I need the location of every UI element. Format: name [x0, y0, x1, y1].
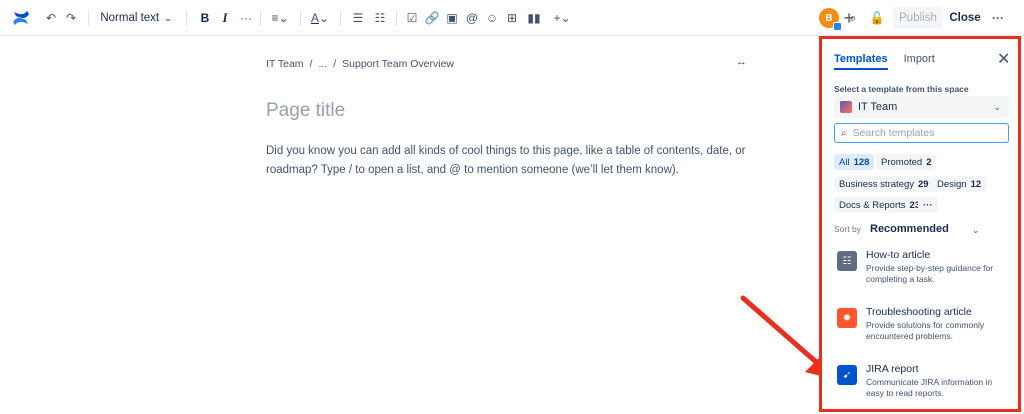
confluence-logo-icon[interactable] [12, 9, 30, 27]
tab-import[interactable]: Import [904, 53, 935, 70]
text-color-icon[interactable]: A ⌄ [308, 8, 332, 28]
numbered-list-icon[interactable]: ☷ [372, 8, 388, 28]
link-icon[interactable]: 🔗 [424, 8, 440, 28]
sort-select-value[interactable]: Recommended [870, 223, 949, 235]
table-icon[interactable]: ⊞ [504, 8, 520, 28]
text-style-label: Normal text [100, 12, 160, 24]
full-width-toggle-icon[interactable]: ↔ [736, 56, 747, 68]
space-select[interactable]: IT Team ⌄ [834, 96, 1009, 118]
breadcrumb-parent[interactable]: Support Team Overview [342, 58, 454, 70]
text-style-dropdown[interactable]: Normal text ⌄ [100, 8, 172, 28]
undo-icon[interactable]: ↶ [44, 8, 58, 28]
avatar[interactable]: B [819, 8, 842, 31]
template-item-troubleshooting[interactable]: ✹ Troubleshooting article Provide soluti… [834, 306, 1014, 356]
template-description: Provide solutions for commonly encounter… [866, 320, 985, 341]
space-select-value: IT Team [858, 101, 898, 113]
template-item-jira-report[interactable]: ➹ JIRA report Communicate JIRA informati… [834, 363, 1014, 413]
breadcrumb-ellipsis[interactable]: ... [318, 58, 327, 70]
breadcrumb: IT Team / ... / Support Team Overview [266, 58, 454, 70]
chevron-down-icon: ⌄ [993, 101, 1001, 112]
chip-label: Design [937, 178, 967, 190]
align-dropdown-icon[interactable]: ≡⌄ [268, 8, 292, 28]
divider [300, 10, 301, 26]
breadcrumb-separator: / [309, 58, 313, 70]
restrictions-lock-icon[interactable]: 🔓 [870, 8, 885, 28]
more-filters-button[interactable]: ··· [918, 197, 938, 213]
bug-icon: ✹ [837, 308, 857, 328]
tab-templates[interactable]: Templates [834, 53, 888, 70]
search-input[interactable]: ⌕ Search templates [834, 123, 1009, 143]
chip-count: 128 [853, 156, 870, 168]
divider [340, 10, 341, 26]
mention-icon[interactable]: @ [464, 8, 480, 28]
list-icon: ☷ [837, 251, 857, 271]
chip-count: 29 [917, 178, 929, 190]
redo-icon[interactable]: ↷ [64, 8, 78, 28]
chip-label: Promoted [881, 156, 923, 168]
search-placeholder: Search templates [852, 127, 935, 139]
checkbox-icon[interactable]: ☑ [404, 8, 420, 28]
more-actions-button[interactable]: ··· [988, 7, 1008, 29]
chip-label: Docs & Reports [839, 199, 906, 211]
template-name: How-to article [866, 249, 931, 261]
filter-chip-promoted[interactable]: Promoted 2 [876, 154, 937, 170]
template-name: Troubleshooting article [866, 306, 972, 318]
image-icon[interactable]: ▣ [444, 8, 460, 28]
close-button[interactable]: Close [947, 7, 983, 29]
filter-chip-docs-reports[interactable]: Docs & Reports 23 [834, 197, 926, 213]
bullet-list-icon[interactable]: ☰ [350, 8, 366, 28]
filter-chip-design[interactable]: Design 12 [932, 176, 987, 192]
search-icon: ⌕ [841, 127, 847, 139]
template-description: Provide step-by-step guidance for comple… [866, 263, 994, 284]
filter-chip-all[interactable]: All 128 [834, 154, 875, 170]
avatar-initial: B [825, 12, 833, 24]
jira-icon: ➹ [837, 365, 857, 385]
space-select-label: Select a template from this space [834, 84, 969, 94]
template-name: JIRA report [866, 363, 919, 375]
bold-button[interactable]: B [198, 8, 212, 28]
page-body-editor[interactable]: Did you know you can add all kinds of co… [266, 142, 746, 180]
breadcrumb-space[interactable]: IT Team [266, 58, 304, 70]
divider [88, 10, 89, 26]
filter-chip-business-strategy[interactable]: Business strategy 29 [834, 176, 934, 192]
emoji-icon[interactable]: ☺ [484, 8, 500, 28]
chevron-down-icon[interactable]: ⌄ [972, 225, 980, 236]
template-item-how-to[interactable]: ☷ How-to article Provide step-by-step gu… [834, 249, 1014, 299]
templates-panel: Templates Import ✕ Select a template fro… [819, 36, 1021, 412]
divider [186, 10, 187, 26]
template-description: Communicate JIRA information in easy to … [866, 377, 993, 398]
panel-tabs: Templates Import [834, 53, 935, 70]
close-icon[interactable]: ✕ [997, 49, 1010, 69]
chip-count: 12 [970, 178, 982, 190]
editor-toolbar: ↶ ↷ Normal text ⌄ B I ··· ≡⌄ A ⌄ ☰ ☷ ☑ 🔗 ▣… [0, 0, 1024, 36]
page-title-input[interactable]: Page title [266, 100, 345, 122]
publish-button[interactable]: Publish [893, 7, 943, 29]
insert-more-icon[interactable]: +⌄ [550, 8, 574, 28]
more-formatting-button[interactable]: ··· [238, 8, 254, 28]
chevron-down-icon: ⌄ [164, 12, 172, 23]
italic-button[interactable]: I [218, 8, 232, 28]
breadcrumb-separator: / [333, 58, 337, 70]
chip-label: All [839, 156, 850, 168]
search-icon[interactable]: ⌕ [846, 8, 860, 28]
divider [396, 10, 397, 26]
chip-count: 2 [926, 156, 932, 168]
chip-label: Business strategy [839, 178, 914, 190]
sort-label: Sort by [834, 224, 861, 234]
divider [260, 10, 261, 26]
space-avatar-icon [840, 101, 852, 113]
layout-icon[interactable]: ▮▮ [526, 8, 542, 28]
